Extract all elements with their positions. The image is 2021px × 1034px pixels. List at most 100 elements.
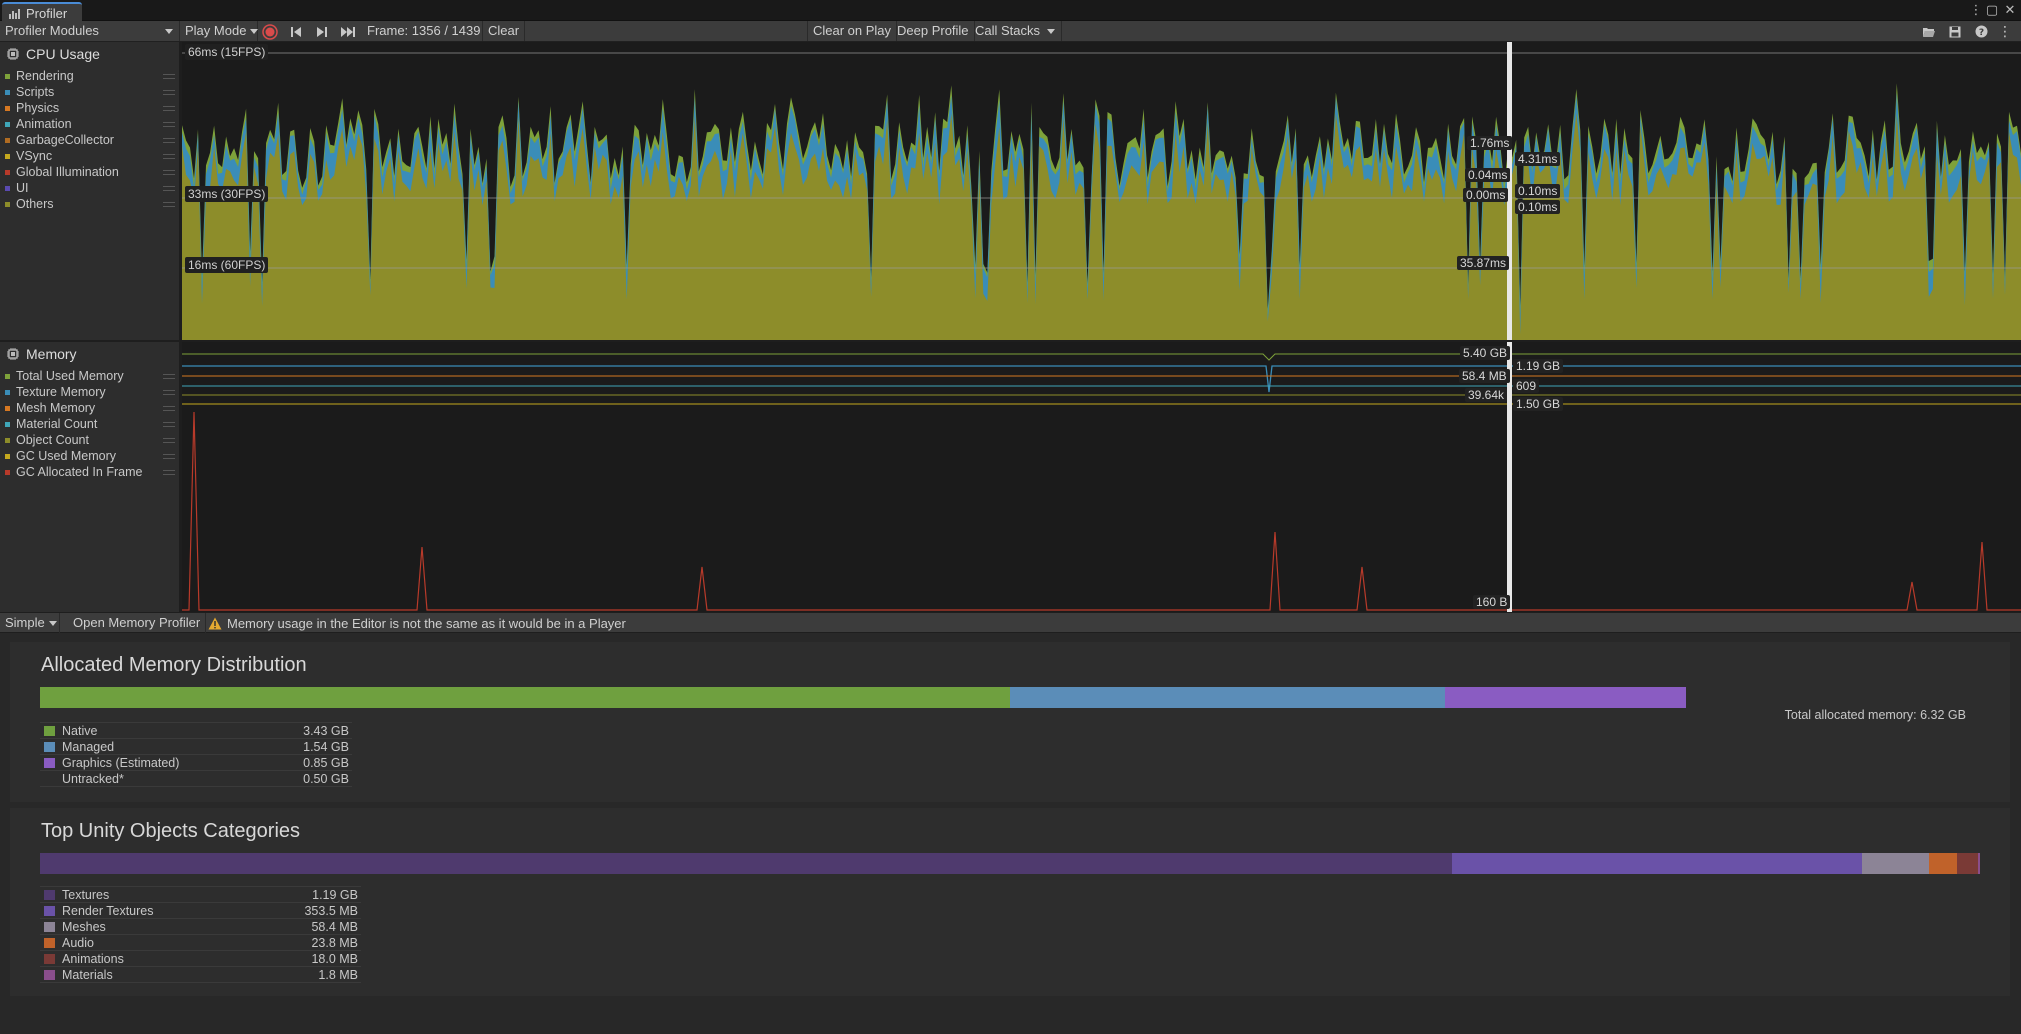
legend-swatch [5, 153, 10, 159]
drag-handle-icon[interactable] [163, 106, 175, 111]
bar-segment-meshes[interactable] [1861, 853, 1930, 874]
selected-mesh-value: 58.4 MB [1459, 369, 1510, 383]
view-mode-dropdown[interactable]: Simple [0, 613, 60, 633]
drag-handle-icon[interactable] [163, 438, 175, 443]
table-row[interactable]: Native 3.43 GB [40, 722, 352, 738]
table-row[interactable]: Graphics (Estimated) 0.85 GB [40, 754, 352, 770]
cpu-module-title[interactable]: CPU Usage [6, 44, 100, 64]
profiler-tab[interactable]: Profiler [2, 2, 82, 21]
legend-swatch [5, 201, 10, 207]
chevron-down-icon [165, 29, 173, 34]
cpu-legend-item[interactable]: Animation [5, 116, 175, 132]
memory-legend-item[interactable]: Object Count [5, 432, 175, 448]
call-stacks-label: Call Stacks [975, 23, 1041, 38]
drag-handle-icon[interactable] [163, 390, 175, 395]
svg-text:?: ? [1978, 28, 1983, 38]
help-button[interactable]: ? [1971, 23, 1991, 40]
last-frame-button[interactable] [338, 23, 358, 40]
folder-open-icon [1923, 27, 1935, 37]
save-button[interactable] [1945, 23, 1965, 40]
bar-segment-textures[interactable] [40, 853, 1453, 874]
drag-handle-icon[interactable] [163, 90, 175, 95]
play-mode-dropdown[interactable]: Play Mode [180, 21, 259, 41]
category-value: 0.85 GB [303, 755, 349, 770]
memory-legend-item[interactable]: Mesh Memory [5, 400, 175, 416]
category-name: Graphics (Estimated) [62, 755, 180, 770]
window-tab-bar: Profiler ⋮ ▢ ✕ [0, 0, 2021, 21]
drag-handle-icon[interactable] [163, 454, 175, 459]
bar-segment-audio[interactable] [1929, 853, 1957, 874]
close-icon[interactable]: ✕ [2002, 2, 2018, 18]
more-options-icon[interactable]: ⋮ [1968, 2, 1984, 18]
category-swatch [44, 921, 55, 932]
top-objects-table: Textures 1.19 GB Render Textures 353.5 MB Me… [40, 886, 361, 983]
selected-gc-alloc-value: 160 B [1473, 595, 1511, 609]
clear-button[interactable]: Clear [482, 21, 526, 41]
category-name: Materials [62, 967, 113, 982]
legend-label: GC Allocated In Frame [16, 465, 143, 479]
table-row[interactable]: Audio 23.8 MB [40, 934, 361, 950]
memory-chart[interactable]: 5.40 GB 1.19 GB 58.4 MB 609 39.64k 1.50 … [182, 342, 2021, 612]
memory-legend-item[interactable]: Material Count [5, 416, 175, 432]
deep-profile-button[interactable]: Deep Profile [892, 21, 975, 41]
cpu-legend-item[interactable]: Scripts [5, 84, 175, 100]
maximize-icon[interactable]: ▢ [1984, 2, 2000, 18]
drag-handle-icon[interactable] [163, 202, 175, 207]
cpu-legend-item[interactable]: Rendering [5, 68, 175, 84]
memory-legend-item[interactable]: GC Used Memory [5, 448, 175, 464]
memory-module-title[interactable]: Memory [6, 344, 77, 364]
legend-swatch [5, 389, 10, 395]
drag-handle-icon[interactable] [163, 138, 175, 143]
memory-legend-item[interactable]: Texture Memory [5, 384, 175, 400]
drag-handle-icon[interactable] [163, 186, 175, 191]
table-row[interactable]: Animations 18.0 MB [40, 950, 361, 966]
table-row[interactable]: Render Textures 353.5 MB [40, 902, 361, 918]
memory-module-label: Memory [26, 346, 77, 362]
next-frame-button[interactable] [312, 23, 332, 40]
cpu-legend-item[interactable]: VSync [5, 148, 175, 164]
allocated-memory-table: Native 3.43 GB Managed 1.54 GB Graphics (Est… [40, 722, 352, 787]
open-memory-profiler-button[interactable]: Open Memory Profiler [68, 613, 207, 633]
cpu-legend-item[interactable]: UI [5, 180, 175, 196]
profiler-modules-dropdown[interactable]: Profiler Modules [0, 21, 180, 41]
drag-handle-icon[interactable] [163, 374, 175, 379]
load-button[interactable] [1919, 23, 1939, 40]
allocated-memory-title: Allocated Memory Distribution [41, 654, 307, 676]
table-row[interactable]: Managed 1.54 GB [40, 738, 352, 754]
category-value: 23.8 MB [311, 935, 358, 950]
cpu-usage-chart[interactable]: 66ms (15FPS) 33ms (30FPS) 16ms (60FPS) 1… [182, 42, 2021, 340]
table-row[interactable]: Textures 1.19 GB [40, 886, 361, 902]
drag-handle-icon[interactable] [163, 170, 175, 175]
cpu-legend-item[interactable]: Physics [5, 100, 175, 116]
clear-on-play-button[interactable]: Clear on Play [807, 21, 898, 41]
save-icon [1949, 26, 1961, 37]
cpu-legend-item[interactable]: Global Illumination [5, 164, 175, 180]
bar-segment-animations[interactable] [1956, 853, 1978, 874]
drag-handle-icon[interactable] [163, 74, 175, 79]
category-value: 0.50 GB [303, 771, 349, 786]
table-row[interactable]: Materials 1.8 MB [40, 966, 361, 982]
drag-handle-icon[interactable] [163, 470, 175, 475]
gc-allocated-in-frame-line [182, 411, 2021, 611]
bar-segment-managed[interactable] [1009, 687, 1446, 708]
legend-label: GC Used Memory [16, 449, 117, 463]
bar-segment-materials[interactable] [1977, 853, 1980, 874]
bar-segment-graphics-estimated[interactable] [1445, 687, 1686, 708]
cpu-legend-item[interactable]: Others [5, 196, 175, 212]
drag-handle-icon[interactable] [163, 154, 175, 159]
drag-handle-icon[interactable] [163, 406, 175, 411]
bar-segment-render-textures[interactable] [1452, 853, 1862, 874]
table-row[interactable]: Untracked* 0.50 GB [40, 770, 352, 786]
record-button[interactable] [260, 23, 280, 40]
bar-segment-native[interactable] [40, 687, 1010, 708]
first-frame-button[interactable] [286, 23, 306, 40]
more-menu-icon[interactable]: ⋮ [1995, 23, 2015, 40]
drag-handle-icon[interactable] [163, 422, 175, 427]
legend-swatch [5, 105, 10, 111]
memory-legend-item[interactable]: GC Allocated In Frame [5, 464, 175, 480]
table-row[interactable]: Meshes 58.4 MB [40, 918, 361, 934]
drag-handle-icon[interactable] [163, 122, 175, 127]
call-stacks-dropdown[interactable]: Call Stacks [970, 21, 1062, 41]
memory-legend-item[interactable]: Total Used Memory [5, 368, 175, 384]
cpu-legend-item[interactable]: GarbageCollector [5, 132, 175, 148]
